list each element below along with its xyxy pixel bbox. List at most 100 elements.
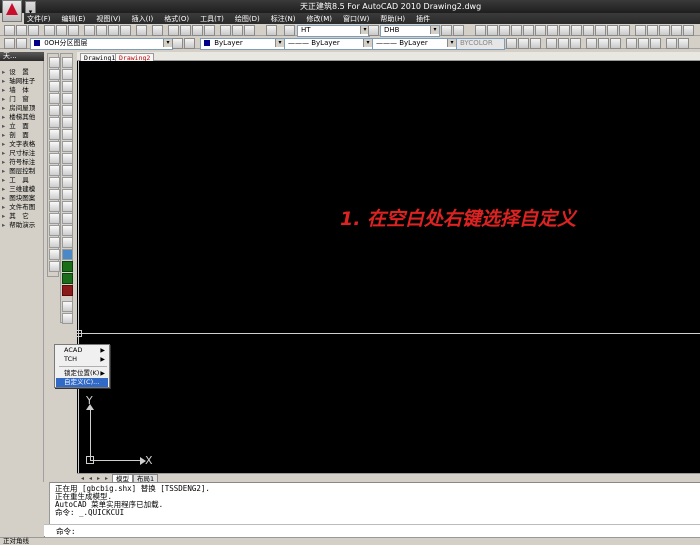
zoom-window-icon[interactable]: [192, 25, 203, 36]
tool-icon[interactable]: [647, 25, 658, 36]
rotate-icon[interactable]: [62, 129, 73, 140]
tool-icon[interactable]: [598, 38, 609, 49]
menu-format[interactable]: 格式(O): [161, 14, 197, 24]
tool-icon[interactable]: [678, 38, 689, 49]
linetype-select[interactable]: ——— ByLayer ▾: [284, 38, 373, 50]
menu-help[interactable]: 帮助(H): [377, 14, 413, 24]
command-input[interactable]: [44, 524, 700, 536]
multileader-style-icon[interactable]: [453, 25, 464, 36]
paste-icon[interactable]: [108, 25, 119, 36]
palette-item-3d-model[interactable]: ▸ 三维建模: [2, 185, 35, 194]
make-current-layer-icon[interactable]: [172, 38, 183, 49]
text-style-select[interactable]: HT ▾: [297, 25, 370, 37]
menu-insert[interactable]: 插入(I): [129, 14, 162, 24]
new-file-icon[interactable]: [4, 25, 15, 36]
tool-icon[interactable]: [626, 38, 637, 49]
application-menu-button[interactable]: ▾: [2, 0, 36, 25]
next-tab-icon[interactable]: ▸: [95, 475, 102, 482]
context-menu-item-tch[interactable]: TCH ▶: [56, 355, 108, 364]
polygon-icon[interactable]: [49, 93, 60, 104]
palette-item-help[interactable]: ▸ 帮助演示: [2, 221, 35, 230]
rectangle-icon[interactable]: [49, 105, 60, 116]
ellipse-icon[interactable]: [49, 165, 60, 176]
palette-item-axis-grid[interactable]: ▸ 轴网柱子: [2, 77, 35, 86]
break-icon[interactable]: [62, 189, 73, 200]
menu-draw[interactable]: 绘图(D): [232, 14, 268, 24]
tool-icon[interactable]: [530, 38, 541, 49]
insert-block-icon[interactable]: [49, 189, 60, 200]
circle-icon[interactable]: [49, 129, 60, 140]
revision-cloud-icon[interactable]: [49, 141, 60, 152]
trim-icon[interactable]: [62, 165, 73, 176]
text-style-icon[interactable]: [284, 25, 295, 36]
palette-item-other[interactable]: ▸ 其 它: [2, 212, 29, 221]
first-tab-icon[interactable]: ◂: [79, 475, 86, 482]
palette-item-dimension[interactable]: ▸ 尺寸标注: [2, 149, 35, 158]
palette-title[interactable]: 天...: [0, 52, 44, 61]
color-select[interactable]: ByLayer ▾: [200, 38, 285, 50]
erase-icon[interactable]: [62, 57, 73, 68]
tool-icon[interactable]: [607, 25, 618, 36]
zoom-previous-icon[interactable]: [204, 25, 215, 36]
context-menu-item-lock-location[interactable]: 锁定位置(K) ▶: [56, 369, 108, 378]
hatch-icon[interactable]: [49, 225, 60, 236]
scale-icon[interactable]: [62, 141, 73, 152]
dim-style-select[interactable]: DHB ▾: [380, 25, 440, 37]
drawing-canvas[interactable]: [77, 61, 700, 473]
tool-icon[interactable]: [571, 25, 582, 36]
publish-icon[interactable]: [68, 25, 79, 36]
print-icon[interactable]: [44, 25, 55, 36]
palette-item-elevation[interactable]: ▸ 立 面: [2, 122, 29, 131]
menu-modify[interactable]: 修改(M): [303, 14, 340, 24]
tool-icon[interactable]: [523, 25, 534, 36]
palette-item-wall[interactable]: ▸ 墙 体: [2, 86, 29, 95]
menu-plugins[interactable]: 插件: [413, 14, 438, 24]
palette-item-symbol[interactable]: ▸ 符号标注: [2, 158, 35, 167]
menu-window[interactable]: 窗口(W): [340, 14, 377, 24]
tool-icon[interactable]: [62, 301, 73, 312]
tool-icon[interactable]: [635, 25, 646, 36]
table-style-icon[interactable]: [441, 25, 452, 36]
chevron-down-icon[interactable]: ▾: [363, 39, 372, 47]
layer-previous-icon[interactable]: [184, 38, 195, 49]
palette-item-stairs[interactable]: ▸ 楼梯其他: [2, 113, 35, 122]
tool-icon[interactable]: [546, 38, 557, 49]
chevron-down-icon[interactable]: ▾: [447, 39, 456, 47]
tool-icon[interactable]: [659, 25, 670, 36]
tool-icon[interactable]: [666, 38, 677, 49]
chamfer-icon[interactable]: [62, 213, 73, 224]
context-menu-item-customize[interactable]: 自定义(C)...: [56, 378, 108, 387]
design-center-icon[interactable]: [232, 25, 243, 36]
region-icon[interactable]: [49, 249, 60, 260]
redo-icon[interactable]: [152, 25, 163, 36]
open-file-icon[interactable]: [16, 25, 27, 36]
move-icon[interactable]: [62, 117, 73, 128]
tool-icon[interactable]: [595, 25, 606, 36]
match-properties-icon[interactable]: [120, 25, 131, 36]
layer-select[interactable]: 0OH分区图层 ▾: [30, 38, 173, 50]
tool-icon[interactable]: [499, 25, 510, 36]
tool-icon[interactable]: [671, 25, 682, 36]
palette-item-file-layout[interactable]: ▸ 文件布图: [2, 203, 35, 212]
chevron-down-icon[interactable]: ▾: [275, 39, 284, 47]
lineweight-select[interactable]: ——— ByLayer ▾: [372, 38, 457, 50]
palette-item-section[interactable]: ▸ 剖 面: [2, 131, 29, 140]
tangent-red-icon[interactable]: [62, 285, 73, 296]
menu-view[interactable]: 视图(V): [93, 14, 128, 24]
spline-icon[interactable]: [49, 153, 60, 164]
tool-icon[interactable]: [535, 25, 546, 36]
chevron-down-icon[interactable]: ▾: [430, 26, 439, 34]
tool-icon[interactable]: [570, 38, 581, 49]
copy-object-icon[interactable]: [62, 69, 73, 80]
explode-icon[interactable]: [62, 237, 73, 248]
menu-edit[interactable]: 编辑(E): [59, 14, 94, 24]
context-menu-item-acad[interactable]: ACAD ▶: [56, 346, 108, 355]
join-icon[interactable]: [62, 201, 73, 212]
tool-icon[interactable]: [506, 38, 517, 49]
tool-icon[interactable]: [650, 38, 661, 49]
make-block-icon[interactable]: [49, 201, 60, 212]
table-icon[interactable]: [49, 261, 60, 272]
tool-icon[interactable]: [475, 25, 486, 36]
mirror-icon[interactable]: [62, 81, 73, 92]
tool-icon[interactable]: [619, 25, 630, 36]
